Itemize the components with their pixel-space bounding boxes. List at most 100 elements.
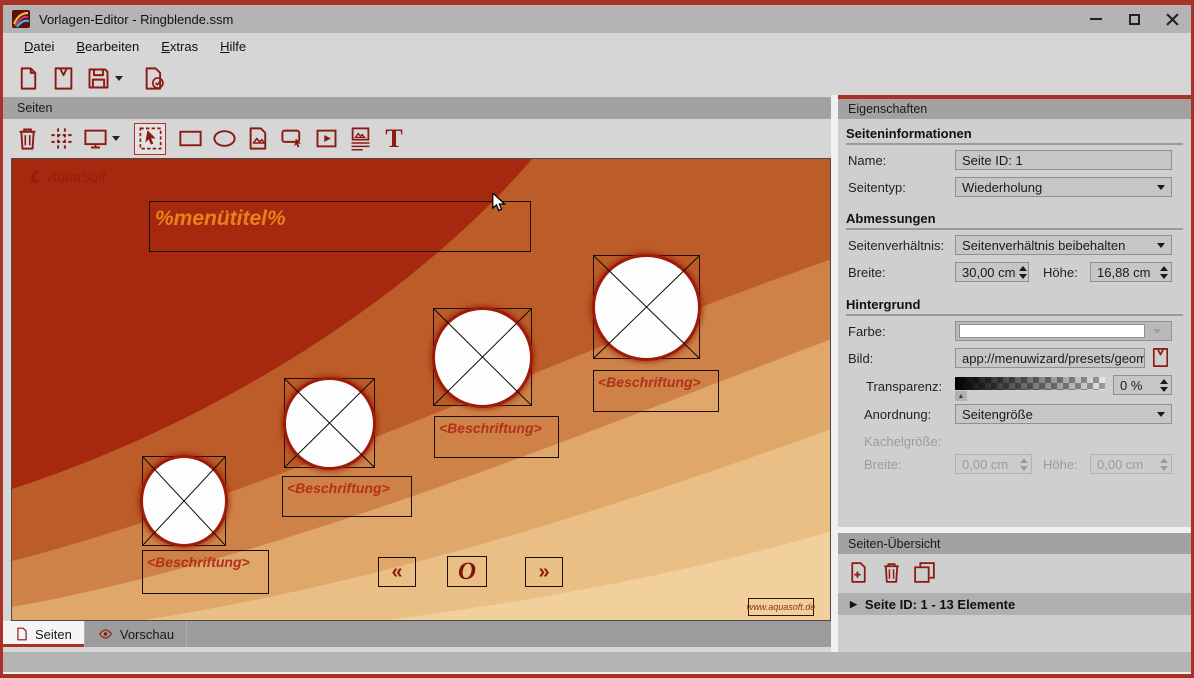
properties-title: Eigenschaften bbox=[848, 102, 927, 116]
duplicate-page-icon bbox=[912, 560, 937, 585]
page-icon bbox=[15, 626, 29, 642]
home-glyph: O bbox=[458, 558, 476, 586]
slider-marker-icon[interactable]: ▲ bbox=[955, 391, 967, 401]
image-placeholder-2[interactable] bbox=[284, 378, 375, 468]
menu-hilfe[interactable]: Hilfe bbox=[211, 36, 255, 57]
section-page-info: Seiteninformationen bbox=[846, 126, 972, 141]
width-value: 30,00 cm bbox=[962, 265, 1015, 280]
arrangement-dropdown[interactable]: Seitengröße bbox=[955, 404, 1172, 424]
window-title: Vorlagen-Editor - Ringblende.ssm bbox=[39, 12, 233, 27]
menu-title-placeholder[interactable]: %menütitel% bbox=[149, 201, 531, 252]
page-canvas[interactable]: AquaSoft %menütitel% <Beschriftung> <Bes… bbox=[11, 158, 831, 621]
ellipse-icon bbox=[211, 125, 238, 152]
delete-page-button[interactable] bbox=[879, 560, 904, 585]
caption-placeholder-2[interactable]: <Beschriftung> bbox=[282, 476, 412, 517]
rectangle-tool-button[interactable] bbox=[174, 123, 206, 155]
save-options-dropdown[interactable] bbox=[115, 76, 123, 81]
text-tool-button[interactable]: T bbox=[378, 123, 410, 155]
section-dimensions: Abmessungen bbox=[846, 211, 936, 226]
menu-datei[interactable]: Datei bbox=[15, 36, 63, 57]
section-rule bbox=[846, 228, 1183, 230]
transparency-value: 0 % bbox=[1120, 378, 1156, 393]
delete-tool-button[interactable] bbox=[11, 123, 43, 155]
caption-placeholder-1[interactable]: <Beschriftung> bbox=[142, 550, 269, 594]
display-dropdown[interactable] bbox=[112, 136, 120, 141]
chevron-down-icon bbox=[1153, 329, 1161, 334]
chevron-down-icon bbox=[1157, 243, 1165, 248]
tile-height-value: 0,00 cm bbox=[1097, 457, 1156, 472]
spinner-arrows-icon[interactable] bbox=[1160, 266, 1168, 279]
height-value: 16,88 cm bbox=[1097, 265, 1156, 280]
color-picker[interactable] bbox=[955, 321, 1172, 341]
height-stepper[interactable]: 16,88 cm bbox=[1090, 262, 1172, 282]
transparency-slider[interactable] bbox=[955, 377, 1105, 390]
image-text-tool-button[interactable] bbox=[344, 123, 376, 155]
image-tool-button[interactable] bbox=[242, 123, 274, 155]
menu-extras[interactable]: Extras bbox=[152, 36, 207, 57]
page-type-label: Seitentyp: bbox=[848, 180, 906, 195]
mouse-cursor-icon bbox=[490, 193, 508, 213]
image-placeholder-3[interactable] bbox=[433, 308, 532, 406]
menu-bearbeiten[interactable]: Bearbeiten bbox=[67, 36, 148, 57]
width-stepper[interactable]: 30,00 cm bbox=[955, 262, 1029, 282]
image-placeholder-1[interactable] bbox=[142, 456, 226, 546]
pages-overview-title: Seiten-Übersicht bbox=[848, 537, 940, 551]
window-border-left bbox=[0, 0, 3, 678]
check-document-icon bbox=[141, 65, 168, 92]
close-button[interactable] bbox=[1154, 5, 1190, 33]
video-icon bbox=[313, 125, 340, 152]
display-tool-button[interactable] bbox=[79, 123, 111, 155]
minimize-button[interactable] bbox=[1078, 5, 1114, 33]
aspect-ratio-dropdown[interactable]: Seitenverhältnis beibehalten bbox=[955, 235, 1172, 255]
check-document-button[interactable] bbox=[139, 63, 170, 94]
duplicate-page-button[interactable] bbox=[912, 560, 937, 585]
open-file-button[interactable] bbox=[48, 63, 79, 94]
name-input[interactable]: Seite ID: 1 bbox=[955, 150, 1172, 170]
add-page-button[interactable] bbox=[846, 560, 871, 585]
save-button[interactable] bbox=[83, 63, 114, 94]
caption-placeholder-4[interactable]: <Beschriftung> bbox=[593, 370, 719, 412]
nav-home-button[interactable]: O bbox=[447, 556, 487, 587]
website-label[interactable]: www.aquasoft.de bbox=[748, 598, 814, 616]
active-tab-underline bbox=[3, 644, 84, 647]
placeholder-cross-icon bbox=[594, 256, 699, 358]
spinner-arrows-icon[interactable] bbox=[1019, 266, 1027, 279]
browse-image-button[interactable] bbox=[1149, 346, 1172, 369]
chevron-down-icon bbox=[1157, 185, 1165, 190]
arrangement-label: Anordnung: bbox=[864, 407, 931, 422]
aquasoft-logo: AquaSoft bbox=[28, 168, 106, 186]
new-document-icon bbox=[15, 65, 42, 92]
image-placeholder-4[interactable] bbox=[593, 255, 700, 359]
image-label: Bild: bbox=[848, 351, 873, 366]
maximize-button[interactable] bbox=[1116, 5, 1152, 33]
tile-width-value: 0,00 cm bbox=[962, 457, 1016, 472]
tile-height-label: Höhe: bbox=[1043, 457, 1078, 472]
image-path-input[interactable]: app://menuwizard/presets/geometrie bbox=[955, 348, 1145, 368]
spinner-arrows-icon bbox=[1160, 458, 1168, 471]
monitor-icon bbox=[82, 125, 109, 152]
right-column: Eigenschaften Seiteninformationen Name: … bbox=[831, 95, 1191, 652]
new-document-button[interactable] bbox=[13, 63, 44, 94]
button-tool-button[interactable] bbox=[276, 123, 308, 155]
select-tool-button[interactable] bbox=[134, 123, 166, 155]
pages-overview-toolbar bbox=[846, 560, 937, 585]
grid-tool-button[interactable] bbox=[45, 123, 77, 155]
page-type-dropdown[interactable]: Wiederholung bbox=[955, 177, 1172, 197]
tree-expander-icon[interactable]: ▶ bbox=[850, 599, 857, 610]
nav-next-button[interactable]: » bbox=[525, 557, 563, 587]
application-window: Vorlagen-Editor - Ringblende.ssm Datei B… bbox=[0, 0, 1194, 678]
view-tab-bar: Seiten Vorschau bbox=[3, 621, 831, 647]
text-tool-icon: T bbox=[385, 126, 402, 152]
video-tool-button[interactable] bbox=[310, 123, 342, 155]
caption-placeholder-3[interactable]: <Beschriftung> bbox=[434, 416, 559, 458]
ellipse-tool-button[interactable] bbox=[208, 123, 240, 155]
transparency-stepper[interactable]: 0 % bbox=[1113, 375, 1172, 395]
nav-prev-button[interactable]: « bbox=[378, 557, 416, 587]
pages-workspace: Seiten T bbox=[3, 97, 831, 652]
spinner-arrows-icon[interactable] bbox=[1160, 379, 1168, 392]
tab-seiten[interactable]: Seiten bbox=[3, 621, 85, 647]
page-tree-item[interactable]: ▶ Seite ID: 1 - 13 Elemente bbox=[838, 593, 1191, 615]
open-file-icon bbox=[1149, 346, 1172, 369]
image-path-value: app://menuwizard/presets/geometrie bbox=[962, 351, 1145, 366]
tab-vorschau[interactable]: Vorschau bbox=[85, 621, 187, 647]
